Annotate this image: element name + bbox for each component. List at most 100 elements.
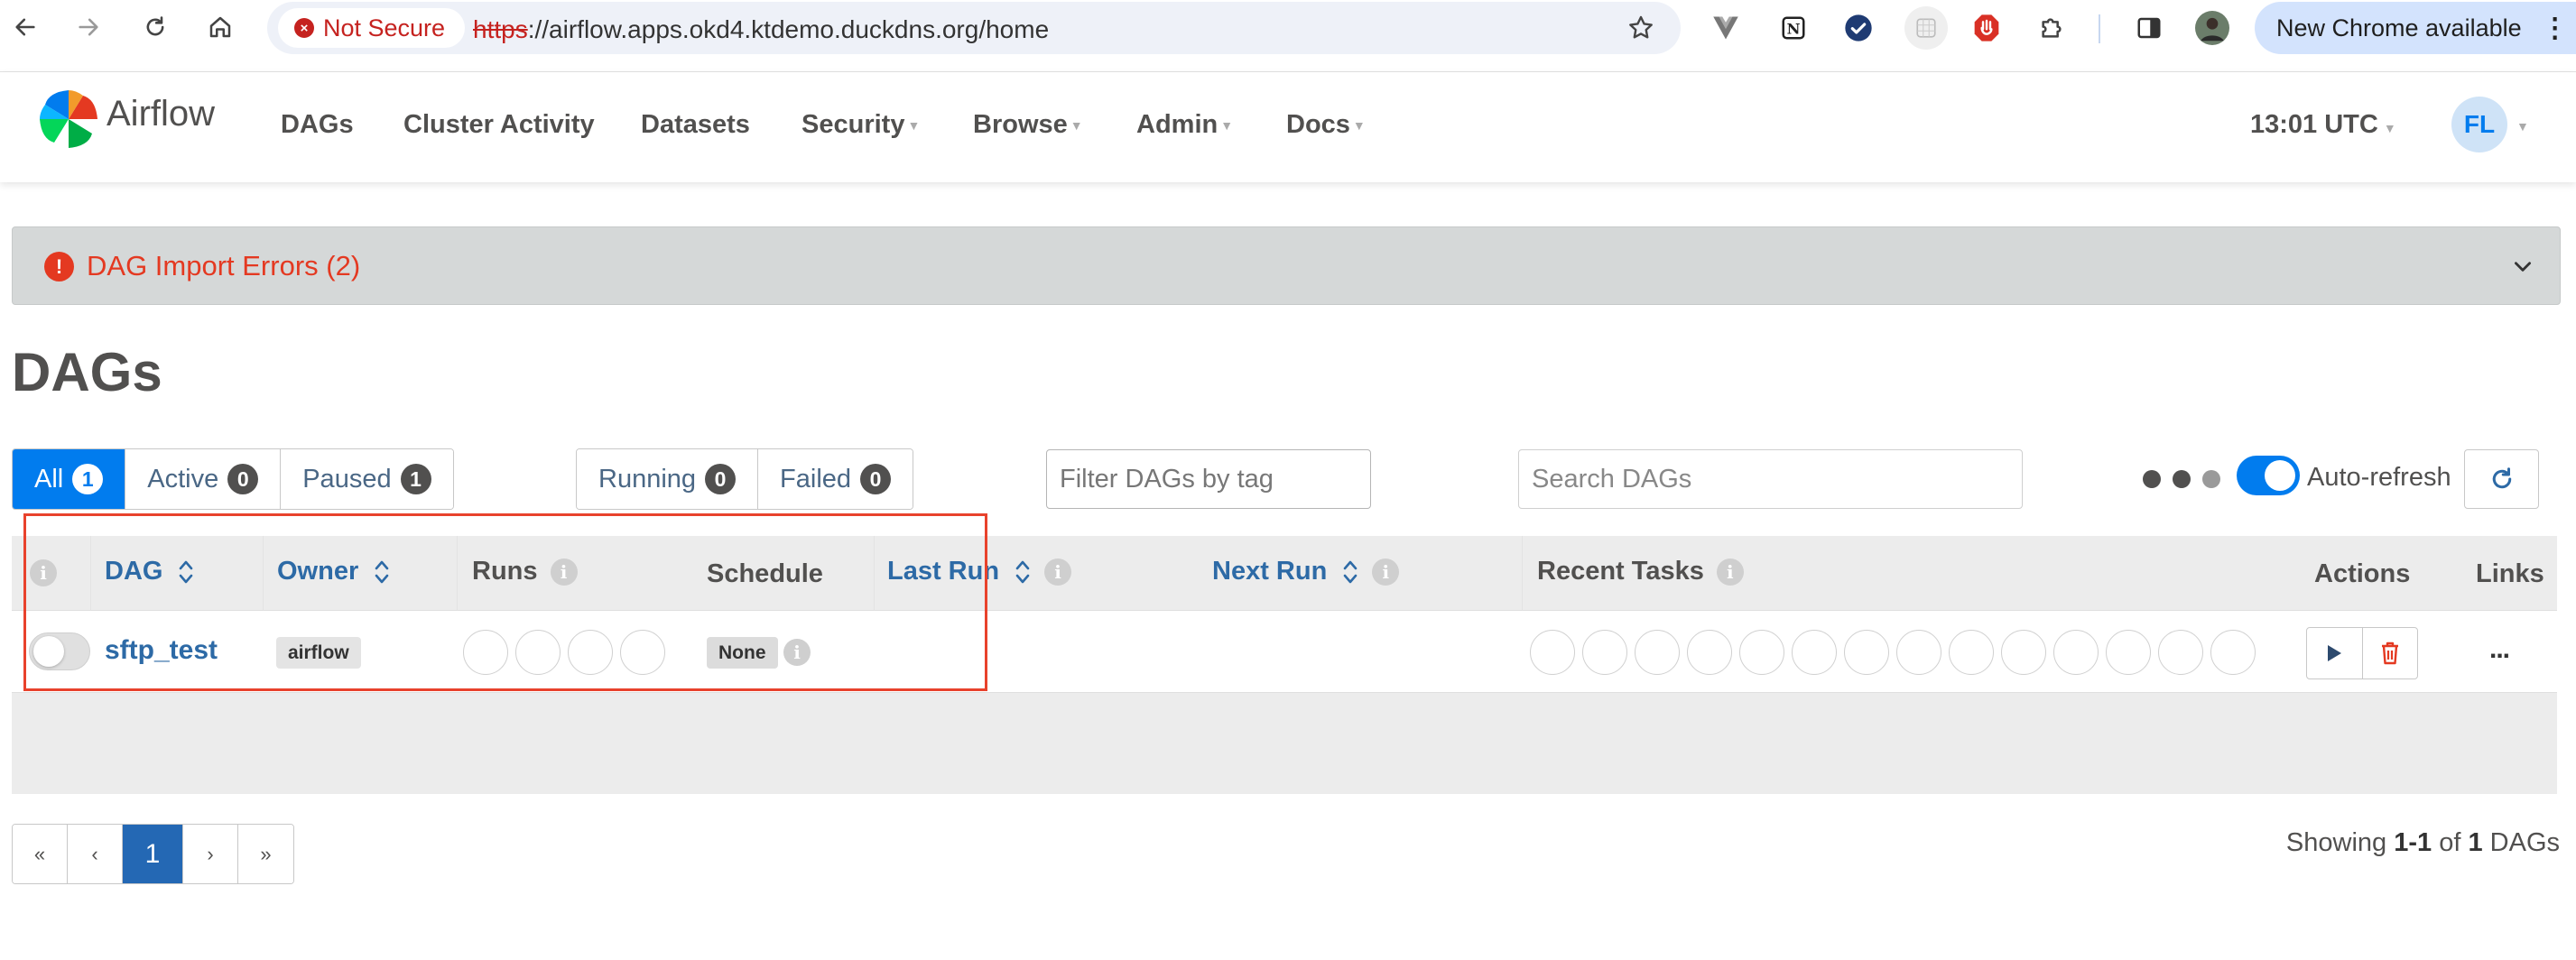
- dag-import-errors-banner[interactable]: ! DAG Import Errors (2): [12, 226, 2561, 305]
- showing-range: 1-1: [2394, 828, 2432, 857]
- user-avatar[interactable]: FL: [2451, 97, 2507, 152]
- home-icon[interactable]: [202, 9, 238, 45]
- not-secure-chip[interactable]: × Not Secure: [278, 8, 466, 48]
- actions-group: [2306, 627, 2418, 679]
- profile-avatar-icon[interactable]: [2195, 11, 2229, 45]
- airflow-navbar: Airflow DAGs Cluster Activity Datasets S…: [0, 72, 2576, 182]
- nav-dags[interactable]: DAGs: [281, 110, 354, 140]
- task-status-circle[interactable]: [1739, 630, 1784, 675]
- nav-security-label: Security: [802, 110, 905, 139]
- reload-icon[interactable]: [137, 9, 173, 45]
- page-next-button[interactable]: ›: [183, 825, 238, 883]
- filter-failed-button[interactable]: Failed 0: [758, 449, 913, 509]
- showing-of: of: [2439, 828, 2461, 857]
- page-first-button[interactable]: «: [13, 825, 68, 883]
- task-status-circle[interactable]: [1844, 630, 1889, 675]
- brand-name: Airflow: [107, 93, 216, 134]
- task-status-circle[interactable]: [1582, 630, 1627, 675]
- filter-active-button[interactable]: Active 0: [125, 449, 282, 509]
- filter-running-button[interactable]: Running 0: [577, 449, 759, 509]
- airflow-logo[interactable]: Airflow: [36, 87, 215, 152]
- page-current-button[interactable]: 1: [123, 825, 183, 883]
- page-prev-button[interactable]: ‹: [68, 825, 123, 883]
- filter-active-label: Active: [147, 464, 219, 494]
- links-more-icon[interactable]: ...: [2489, 634, 2510, 665]
- chrome-update-button[interactable]: New Chrome available ⋮: [2255, 2, 2576, 54]
- error-icon: !: [44, 252, 74, 282]
- delete-dag-button[interactable]: [2363, 628, 2418, 678]
- utc-clock[interactable]: 13:01 UTC ▼: [2250, 110, 2396, 140]
- nav-cluster-activity[interactable]: Cluster Activity: [403, 110, 595, 140]
- loading-dot: [2173, 470, 2191, 488]
- task-status-circle[interactable]: [1687, 630, 1732, 675]
- refresh-icon: [2492, 467, 2511, 489]
- caret-down-icon: ▼: [907, 118, 921, 134]
- info-icon[interactable]: i: [1716, 558, 1744, 586]
- caret-down-icon: ▼: [1352, 118, 1366, 134]
- extensions-puzzle-icon[interactable]: [2034, 11, 2069, 45]
- task-status-circle[interactable]: [1949, 630, 1994, 675]
- check-extension-icon[interactable]: [1841, 11, 1876, 45]
- header-actions-label: Actions: [2314, 559, 2411, 588]
- kebab-menu-icon[interactable]: ⋮: [2542, 13, 2569, 44]
- task-status-circle[interactable]: [2158, 630, 2203, 675]
- tag-filter-input[interactable]: [1046, 449, 1371, 509]
- filter-running-label: Running: [598, 464, 697, 494]
- bookmark-star-icon[interactable]: [1626, 14, 1655, 42]
- nav-admin-label: Admin: [1136, 110, 1219, 139]
- filter-paused-button[interactable]: Paused 1: [281, 449, 453, 509]
- caret-down-icon[interactable]: ▼: [2516, 119, 2529, 134]
- count-badge: 0: [860, 464, 892, 494]
- count-badge: 0: [227, 464, 259, 494]
- page-title: DAGs: [12, 342, 162, 402]
- url-text[interactable]: https://airflow.apps.okd4.ktdemo.duckdns…: [473, 15, 1049, 44]
- dag-import-errors-label: DAG Import Errors (2): [87, 250, 361, 282]
- header-recent-tasks: Recent Tasks i: [1537, 557, 1744, 586]
- toggle-knob: [2265, 460, 2295, 491]
- trash-icon: [2381, 642, 2398, 665]
- task-status-circle[interactable]: [1896, 630, 1941, 675]
- task-status-circle[interactable]: [2001, 630, 2046, 675]
- count-badge: 1: [72, 464, 104, 494]
- task-status-circle[interactable]: [1635, 630, 1680, 675]
- task-status-circle[interactable]: [2210, 630, 2256, 675]
- search-dags-input[interactable]: [1518, 449, 2023, 509]
- adblock-extension-icon[interactable]: [1969, 11, 2004, 45]
- nav-dags-label: DAGs: [281, 110, 354, 139]
- status-filter-group: All 1 Active 0 Paused 1: [12, 448, 454, 510]
- url-scheme: https: [473, 15, 528, 43]
- task-status-circle[interactable]: [2106, 630, 2151, 675]
- task-status-circle[interactable]: [1530, 630, 1575, 675]
- not-secure-label: Not Secure: [323, 14, 446, 42]
- notion-extension-icon[interactable]: N: [1776, 11, 1811, 45]
- address-bar[interactable]: × Not Secure https://airflow.apps.okd4.k…: [267, 2, 1681, 54]
- auto-refresh-toggle[interactable]: [2237, 456, 2300, 495]
- nav-browse[interactable]: Browse ▼: [973, 110, 1083, 140]
- filter-all-button[interactable]: All 1: [13, 449, 126, 509]
- warning-icon: ×: [294, 18, 314, 38]
- header-next-run[interactable]: Next Run i: [1212, 557, 1400, 586]
- chrome-update-label: New Chrome available: [2276, 14, 2522, 42]
- caret-down-icon: ▼: [1070, 118, 1083, 134]
- nav-datasets-label: Datasets: [641, 110, 750, 139]
- chevron-down-icon[interactable]: [2511, 254, 2534, 278]
- forward-icon[interactable]: [70, 9, 107, 45]
- task-status-circle[interactable]: [2053, 630, 2099, 675]
- sort-icon: [1343, 560, 1357, 583]
- vue-extension-icon[interactable]: [1709, 11, 1743, 45]
- back-icon[interactable]: [7, 9, 43, 45]
- refresh-button[interactable]: [2464, 449, 2539, 509]
- page-last-button[interactable]: »: [238, 825, 293, 883]
- grid-extension-icon[interactable]: [1904, 6, 1948, 50]
- info-icon[interactable]: i: [1372, 558, 1400, 586]
- url-rest: ://airflow.apps.okd4.ktdemo.duckdns.org/…: [527, 15, 1050, 43]
- pagination: « ‹ 1 › »: [12, 824, 294, 884]
- nav-datasets[interactable]: Datasets: [641, 110, 750, 140]
- nav-security[interactable]: Security ▼: [802, 110, 920, 140]
- task-status-circle[interactable]: [1792, 630, 1837, 675]
- info-icon[interactable]: i: [1044, 558, 1072, 586]
- nav-admin[interactable]: Admin ▼: [1136, 110, 1233, 140]
- side-panel-icon[interactable]: [2132, 11, 2166, 45]
- nav-docs[interactable]: Docs ▼: [1286, 110, 1366, 140]
- trigger-dag-button[interactable]: [2307, 628, 2363, 678]
